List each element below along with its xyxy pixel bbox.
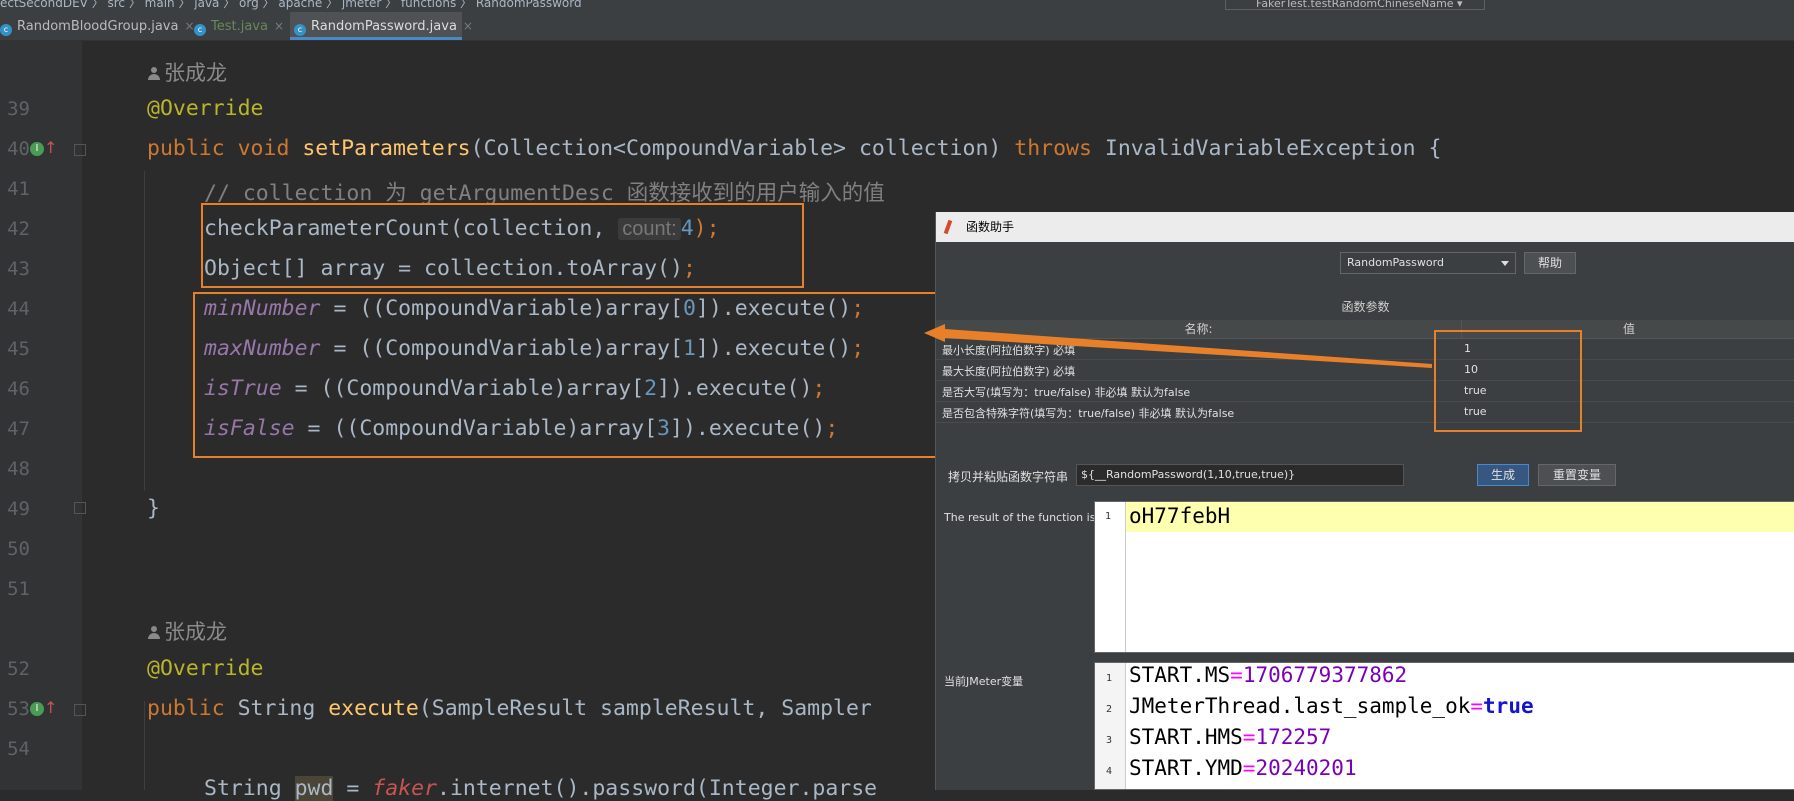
line-number: 52 bbox=[7, 658, 30, 680]
code-line: public String execute(SampleResult sampl… bbox=[147, 696, 872, 721]
line-number: 51 bbox=[7, 578, 30, 600]
close-icon[interactable]: × bbox=[274, 19, 284, 33]
copy-string-label: 拷贝并粘贴函数字符串 bbox=[948, 470, 1069, 484]
code-line: public void setParameters(Collection<Com… bbox=[147, 136, 1442, 161]
line-number: 39 bbox=[7, 98, 30, 120]
line-number: 50 bbox=[7, 538, 30, 560]
tab-label: RandomPassword.java bbox=[311, 19, 457, 34]
tab-randombloodgroup[interactable]: c RandomBloodGroup.java × bbox=[0, 12, 195, 40]
close-icon[interactable]: × bbox=[463, 19, 473, 33]
line-number: 53 bbox=[7, 698, 30, 720]
result-textarea[interactable]: 1 oH77febH bbox=[1094, 501, 1794, 653]
line-number: 49 bbox=[7, 498, 30, 520]
arrow-up-icon[interactable]: ↑ bbox=[44, 140, 57, 156]
reset-variables-button[interactable]: 重置变量 bbox=[1538, 464, 1616, 486]
highlight-box bbox=[201, 203, 804, 288]
table-row[interactable]: 最大长度(阿拉伯数字) 必填 10 bbox=[936, 360, 1794, 381]
function-select[interactable]: RandomPassword bbox=[1340, 252, 1516, 274]
dialog-titlebar[interactable]: 函数助手 bbox=[936, 212, 1794, 242]
line-number: 41 bbox=[7, 178, 30, 200]
column-header-name: 名称: bbox=[1184, 322, 1213, 336]
breadcrumb[interactable]: ectSecondDEV 〉 src 〉 main 〉 java 〉 org 〉… bbox=[0, 0, 582, 11]
params-label: 函数参数 bbox=[1341, 300, 1390, 314]
run-configuration-select[interactable]: FakerTest.testRandomChineseName ▾ bbox=[1225, 0, 1485, 10]
generate-button[interactable]: 生成 bbox=[1477, 464, 1529, 486]
result-label: The result of the function is bbox=[944, 511, 1096, 524]
watermark: CSDN @小张认为的测试 bbox=[1415, 748, 1762, 784]
line-number: 47 bbox=[7, 418, 30, 440]
tab-test[interactable]: c Test.java × bbox=[194, 12, 284, 40]
line-number: 45 bbox=[7, 338, 30, 360]
variable-line: START.YMD=20240201 bbox=[1129, 756, 1357, 780]
editor-gutter: 39 40 41 42 43 44 45 46 47 48 49 50 51 5… bbox=[0, 41, 86, 790]
variable-line: START.HMS=172257 bbox=[1129, 725, 1332, 749]
java-class-icon: c bbox=[0, 24, 12, 36]
person-icon bbox=[148, 67, 160, 81]
indent-guide bbox=[144, 171, 145, 491]
variable-line: JMeterThread.last_sample_ok=true bbox=[1129, 694, 1534, 718]
line-number: 48 bbox=[7, 458, 30, 480]
line-number: 43 bbox=[7, 258, 30, 280]
line-number: 46 bbox=[7, 378, 30, 400]
navigation-bar: ectSecondDEV 〉 src 〉 main 〉 java 〉 org 〉… bbox=[0, 0, 1794, 12]
code-line: @Override bbox=[147, 96, 264, 121]
indent-guide bbox=[144, 701, 145, 790]
table-header: 名称: 值 bbox=[936, 320, 1794, 339]
table-row[interactable]: 是否大写(填写为：true/false) 非必填 默认为false true bbox=[936, 381, 1794, 402]
author-hint[interactable]: 张成龙 bbox=[148, 57, 227, 87]
line-number: 40 bbox=[7, 138, 30, 160]
code-line: } bbox=[147, 496, 160, 521]
tab-label: RandomBloodGroup.java bbox=[17, 19, 179, 34]
table-row[interactable]: 是否包含特殊字符(填写为：true/false) 非必填 默认为false tru… bbox=[936, 402, 1794, 423]
jmeter-logo-icon bbox=[943, 219, 953, 235]
line-number: 42 bbox=[7, 218, 30, 240]
result-value: oH77febH bbox=[1129, 504, 1231, 528]
line-number-column: 1 bbox=[1095, 502, 1126, 652]
code-line: String pwd = faker.internet().password(I… bbox=[204, 776, 878, 801]
params-table: 名称: 值 最小长度(阿拉伯数字) 必填 1 最大长度(阿拉伯数字) 必填 10 是… bbox=[936, 320, 1794, 423]
help-button[interactable]: 帮助 bbox=[1524, 252, 1576, 274]
table-row[interactable]: 最小长度(阿拉伯数字) 必填 1 bbox=[936, 339, 1794, 360]
java-class-icon: c bbox=[194, 24, 206, 36]
implements-icon[interactable]: I bbox=[30, 142, 44, 156]
dialog-title: 函数助手 bbox=[966, 220, 1015, 234]
vars-label: 当前JMeter变量 bbox=[944, 675, 1024, 688]
person-icon bbox=[148, 626, 160, 640]
chevron-down-icon bbox=[1501, 261, 1509, 266]
arrow-up-icon[interactable]: ↑ bbox=[44, 700, 57, 716]
highlight-box bbox=[193, 292, 1008, 458]
variable-line: START.MS=1706779377862 bbox=[1129, 663, 1408, 687]
tab-label: Test.java bbox=[211, 19, 268, 34]
implements-icon[interactable]: I bbox=[30, 702, 44, 716]
function-string-input[interactable]: ${__RandomPassword(1,10,true,true)} bbox=[1076, 464, 1404, 486]
highlight-box bbox=[1434, 330, 1582, 432]
author-hint[interactable]: 张成龙 bbox=[148, 616, 227, 646]
tab-randompassword[interactable]: c RandomPassword.java × bbox=[290, 12, 473, 40]
line-number: 54 bbox=[7, 738, 30, 760]
line-number: 44 bbox=[7, 298, 30, 320]
java-class-icon: c bbox=[294, 24, 306, 36]
code-line: @Override bbox=[147, 656, 264, 681]
function-helper-dialog: 函数助手 RandomPassword 帮助 函数参数 名称: 值 最小长度(阿… bbox=[935, 212, 1794, 790]
editor-tabs: c RandomBloodGroup.java × c Test.java × c Ran… bbox=[0, 12, 1794, 41]
